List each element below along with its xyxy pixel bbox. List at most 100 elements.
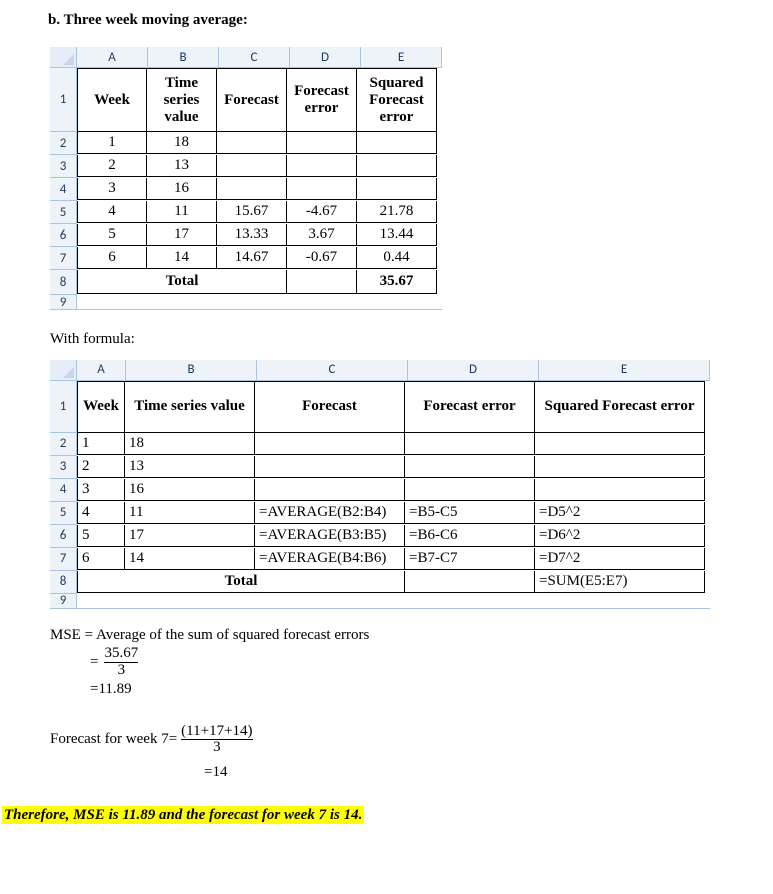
values-grid: A B C D E 1 Week Time series value Forec…	[50, 47, 442, 310]
table-cell[interactable]: 14	[125, 548, 255, 570]
table-cell[interactable]: =AVERAGE(B4:B6)	[255, 548, 405, 570]
row-header[interactable]: 8	[50, 270, 77, 295]
table-cell[interactable]: 2	[77, 456, 125, 478]
table-cell[interactable]: 18	[125, 433, 255, 455]
table-cell[interactable]: =B7-C7	[405, 548, 535, 570]
table-cell[interactable]: 16	[125, 479, 255, 501]
section-heading: b. Three week moving average:	[48, 12, 773, 29]
table-cell[interactable]	[405, 433, 535, 455]
header-ts: Time series value	[125, 381, 255, 433]
table-cell[interactable]: 2	[77, 155, 147, 177]
table-cell[interactable]	[357, 132, 437, 154]
table-cell[interactable]: 4	[77, 201, 147, 223]
row-header[interactable]: 4	[50, 479, 77, 502]
col-header-c[interactable]: C	[219, 47, 290, 68]
row-header[interactable]: 4	[50, 178, 77, 201]
table-cell[interactable]: 6	[77, 247, 147, 269]
row-header[interactable]: 2	[50, 132, 77, 155]
col-header-d[interactable]: D	[290, 47, 361, 68]
table-cell[interactable]	[287, 178, 357, 200]
table-cell[interactable]: 1	[77, 433, 125, 455]
table-cell[interactable]	[357, 155, 437, 177]
row-header[interactable]: 6	[50, 525, 77, 548]
table-cell[interactable]: 11	[147, 201, 217, 223]
mse-definition: MSE = Average of the sum of squared fore…	[50, 627, 773, 644]
table-cell[interactable]: 18	[147, 132, 217, 154]
table-cell[interactable]	[217, 155, 287, 177]
table-cell[interactable]: 0.44	[357, 247, 437, 269]
col-header-a[interactable]: A	[77, 47, 148, 68]
table-cell[interactable]	[535, 456, 705, 478]
table-cell[interactable]: 13.44	[357, 224, 437, 246]
row-header[interactable]: 5	[50, 201, 77, 224]
table-cell[interactable]: 4	[77, 502, 125, 524]
table-cell[interactable]: 14	[147, 247, 217, 269]
table-cell[interactable]: 1	[77, 132, 147, 154]
table-cell[interactable]: =B6-C6	[405, 525, 535, 547]
col-header-e[interactable]: E	[361, 47, 442, 68]
table-cell[interactable]: 14.67	[217, 247, 287, 269]
forecast7-numerator: (11+17+14)	[181, 723, 252, 739]
row-header[interactable]: 1	[50, 68, 77, 132]
row-header[interactable]: 6	[50, 224, 77, 247]
table-cell[interactable]: =AVERAGE(B2:B4)	[255, 502, 405, 524]
table-cell[interactable]: =D6^2	[535, 525, 705, 547]
col-header-b[interactable]: B	[148, 47, 219, 68]
table-cell[interactable]: 5	[77, 224, 147, 246]
table-cell[interactable]: 13.33	[217, 224, 287, 246]
table-cell[interactable]: 17	[147, 224, 217, 246]
row-header[interactable]: 9	[50, 594, 77, 608]
table-cell[interactable]: 3	[77, 178, 147, 200]
header-week: Week	[77, 68, 147, 132]
table-cell[interactable]: =B5-C5	[405, 502, 535, 524]
col-header-c[interactable]: C	[257, 360, 408, 381]
table-cell[interactable]	[405, 479, 535, 501]
row-header[interactable]: 7	[50, 548, 77, 571]
table-cell[interactable]: 13	[125, 456, 255, 478]
table-cell[interactable]: =D7^2	[535, 548, 705, 570]
total-formula: =SUM(E5:E7)	[535, 571, 705, 593]
row-header[interactable]: 7	[50, 247, 77, 270]
table-cell[interactable]: 13	[147, 155, 217, 177]
table-cell[interactable]	[405, 456, 535, 478]
table-cell[interactable]: 16	[147, 178, 217, 200]
table-cell[interactable]: 21.78	[357, 201, 437, 223]
header-fce: Forecast error	[287, 68, 357, 132]
table-cell[interactable]: 11	[125, 502, 255, 524]
table-cell[interactable]	[535, 433, 705, 455]
select-all-corner[interactable]	[50, 360, 77, 381]
table-cell[interactable]: -4.67	[287, 201, 357, 223]
table-cell[interactable]	[287, 132, 357, 154]
table-cell[interactable]	[357, 178, 437, 200]
select-all-corner[interactable]	[50, 47, 77, 68]
table-cell[interactable]	[287, 155, 357, 177]
table-cell[interactable]	[255, 456, 405, 478]
table-cell[interactable]: 3	[77, 479, 125, 501]
table-cell[interactable]: 5	[77, 525, 125, 547]
table-cell[interactable]: -0.67	[287, 247, 357, 269]
col-header-b[interactable]: B	[126, 360, 257, 381]
row-header[interactable]: 8	[50, 571, 77, 594]
table-cell[interactable]: 6	[77, 548, 125, 570]
table-cell[interactable]: 17	[125, 525, 255, 547]
row-header[interactable]: 5	[50, 502, 77, 525]
total-value: 35.67	[357, 270, 437, 294]
col-header-a[interactable]: A	[77, 360, 126, 381]
row-header[interactable]: 3	[50, 155, 77, 178]
table-cell[interactable]: 15.67	[217, 201, 287, 223]
col-header-d[interactable]: D	[408, 360, 539, 381]
table-cell[interactable]	[217, 178, 287, 200]
table-cell[interactable]: =AVERAGE(B3:B5)	[255, 525, 405, 547]
table-cell[interactable]: 3.67	[287, 224, 357, 246]
table-cell[interactable]	[535, 479, 705, 501]
row-header[interactable]: 3	[50, 456, 77, 479]
total-blank	[287, 270, 357, 294]
table-cell[interactable]	[255, 433, 405, 455]
table-cell[interactable]	[217, 132, 287, 154]
table-cell[interactable]: =D5^2	[535, 502, 705, 524]
row-header[interactable]: 9	[50, 295, 77, 309]
col-header-e[interactable]: E	[539, 360, 710, 381]
table-cell[interactable]	[255, 479, 405, 501]
row-header[interactable]: 2	[50, 433, 77, 456]
row-header[interactable]: 1	[50, 381, 77, 433]
